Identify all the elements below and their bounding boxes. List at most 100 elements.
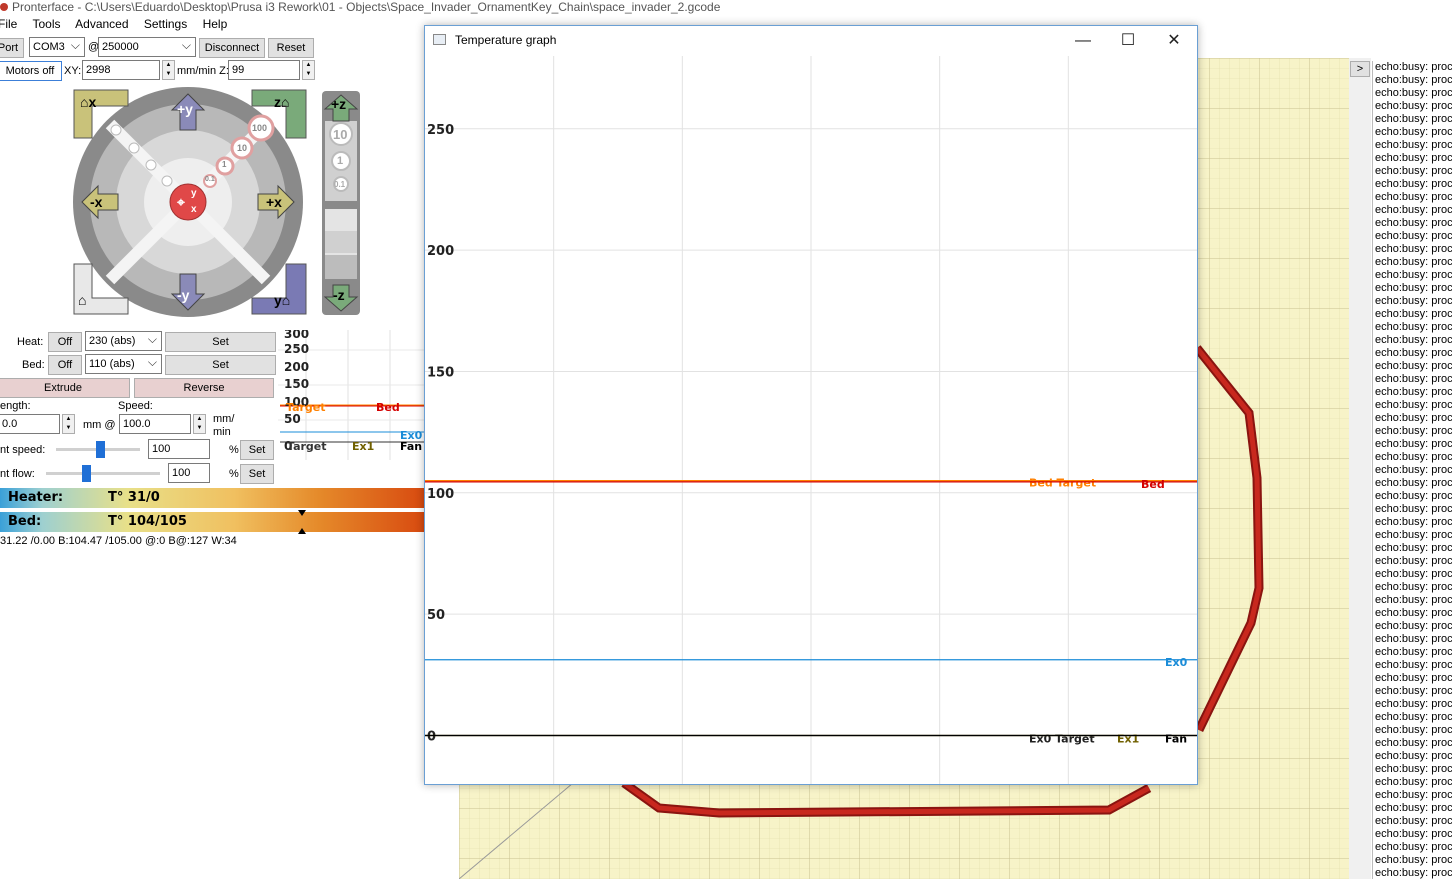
reverse-button[interactable]: Reverse xyxy=(134,378,274,398)
console-line: echo:busy: proc xyxy=(1375,776,1452,788)
bed-target-marker-bottom-icon xyxy=(297,528,306,534)
minus-z-button[interactable]: -z xyxy=(333,287,345,303)
motors-off-button[interactable]: Motors off xyxy=(0,61,62,81)
z-step-01-label[interactable]: 0.1 xyxy=(334,180,345,189)
z-step-1-label[interactable]: 1 xyxy=(337,155,343,167)
port-label: Port xyxy=(0,42,19,54)
console-line: echo:busy: proc xyxy=(1375,386,1452,398)
mm-min-label-1: mm/ xyxy=(213,413,235,425)
console-line: echo:busy: proc xyxy=(1375,542,1452,554)
console-line: echo:busy: proc xyxy=(1375,672,1452,684)
port-button[interactable]: Port xyxy=(0,38,24,58)
console-line: echo:busy: proc xyxy=(1375,282,1452,294)
heat-temp-select[interactable]: 230 (abs) xyxy=(85,330,162,351)
print-speed-input[interactable]: 100 xyxy=(148,439,210,459)
chart-y-tick-label: 0 xyxy=(427,729,436,744)
close-button[interactable]: ✕ xyxy=(1159,30,1189,52)
menu-bar: File Tools Advanced Settings Help xyxy=(0,17,239,35)
minus-x-button[interactable]: -x xyxy=(90,194,102,210)
console-line: echo:busy: proc xyxy=(1375,269,1452,281)
console-line: echo:busy: proc xyxy=(1375,373,1452,385)
console-line: echo:busy: proc xyxy=(1375,464,1452,476)
print-speed-slider-thumb[interactable] xyxy=(95,441,105,458)
baud-value: 250000 xyxy=(102,41,139,53)
menu-file[interactable]: File xyxy=(0,17,17,31)
extrude-button[interactable]: Extrude xyxy=(0,378,130,398)
menu-settings[interactable]: Settings xyxy=(144,17,187,31)
minus-y-button[interactable]: -y xyxy=(177,287,189,303)
step-1-label[interactable]: 1 xyxy=(222,160,226,169)
speed-input[interactable]: 100.0 xyxy=(119,414,191,434)
bed-off-button[interactable]: Off xyxy=(48,355,82,375)
console-line: echo:busy: proc xyxy=(1375,308,1452,320)
series-label-ex0: Ex0 xyxy=(1165,656,1188,669)
temperature-graph-titlebar[interactable]: Temperature graph — ☐ ✕ xyxy=(425,26,1197,56)
console-line: echo:busy: proc xyxy=(1375,737,1452,749)
console-line: echo:busy: proc xyxy=(1375,100,1452,112)
port-select[interactable]: COM3 xyxy=(29,36,85,57)
console-line: echo:busy: proc xyxy=(1375,750,1452,762)
center-y-label: y xyxy=(191,188,197,199)
bed-temp-select[interactable]: 110 (abs) xyxy=(85,353,162,374)
menu-help[interactable]: Help xyxy=(203,17,228,31)
console-toggle-button[interactable]: > xyxy=(1350,61,1370,77)
home-all-button[interactable]: ⌂ xyxy=(78,292,86,308)
heat-set-button[interactable]: Set xyxy=(165,332,276,352)
disconnect-button[interactable]: Disconnect xyxy=(199,38,265,58)
plus-z-button[interactable]: +z xyxy=(331,96,346,112)
print-flow-input[interactable]: 100 xyxy=(168,463,210,483)
print-speed-set-button[interactable]: Set xyxy=(240,440,274,460)
home-x-button[interactable]: ⌂x xyxy=(80,94,96,110)
console-line: echo:busy: proc xyxy=(1375,802,1452,814)
console-line: echo:busy: proc xyxy=(1375,347,1452,359)
baud-select[interactable]: 250000 xyxy=(98,36,196,57)
z-feed-spinner[interactable]: ▲ ▼ xyxy=(302,60,315,80)
step-01-label[interactable]: 0.1 xyxy=(205,176,215,183)
home-y-label: y xyxy=(274,292,282,308)
step-10-label[interactable]: 10 xyxy=(237,143,247,153)
console-line: echo:busy: proc xyxy=(1375,724,1452,736)
center-crosshair-icon[interactable]: ⌖ xyxy=(177,194,185,211)
xy-feed-input[interactable]: 2998 xyxy=(82,60,160,80)
console-line: echo:busy: proc xyxy=(1375,633,1452,645)
console-line: echo:busy: proc xyxy=(1375,243,1452,255)
console-line: echo:busy: proc xyxy=(1375,763,1452,775)
xy-feed-spinner[interactable]: ▲ ▼ xyxy=(162,60,175,80)
temperature-graph-title: Temperature graph xyxy=(455,33,557,47)
menu-tools[interactable]: Tools xyxy=(32,17,60,31)
length-spinner[interactable]: ▲ ▼ xyxy=(62,414,75,434)
print-flow-set-button[interactable]: Set xyxy=(240,464,274,484)
print-flow-slider[interactable] xyxy=(46,465,160,482)
length-input[interactable]: 0.0 xyxy=(0,414,60,434)
print-speed-slider[interactable] xyxy=(56,441,140,458)
print-flow-slider-thumb[interactable] xyxy=(81,465,91,482)
mm-min-z-label: mm/min Z: xyxy=(177,65,229,77)
console-log[interactable]: echo:busy: proc echo:busy: proc echo:busy… xyxy=(1372,61,1452,879)
home-y-button[interactable]: y⌂ xyxy=(274,292,290,308)
series-label-ex0-target: Ex0 Target xyxy=(1029,732,1095,745)
app-title-bar: Pronterface - C:\Users\Eduardo\Desktop\P… xyxy=(0,0,1452,14)
step-100-label[interactable]: 100 xyxy=(252,123,267,133)
speed-spinner[interactable]: ▲ ▼ xyxy=(193,414,206,434)
heat-off-button[interactable]: Off xyxy=(48,332,82,352)
menu-advanced[interactable]: Advanced xyxy=(75,17,128,31)
home-z-button[interactable]: z⌂ xyxy=(274,94,289,110)
console-line: echo:busy: proc xyxy=(1375,646,1452,658)
speed-label: Speed: xyxy=(118,400,153,412)
print-flow-label: nt flow: xyxy=(0,468,35,480)
bed-target-marker-icon xyxy=(297,510,306,516)
console-line: echo:busy: proc xyxy=(1375,451,1452,463)
plus-x-button[interactable]: +x xyxy=(266,194,282,210)
reset-button[interactable]: Reset xyxy=(268,38,314,58)
console-line: echo:busy: proc xyxy=(1375,126,1452,138)
chart-y-tick-label: 100 xyxy=(427,487,454,502)
z-feed-input[interactable]: 99 xyxy=(228,60,300,80)
z-step-10-label[interactable]: 10 xyxy=(333,127,347,142)
console-line: echo:busy: proc xyxy=(1375,61,1452,73)
maximize-button[interactable]: ☐ xyxy=(1113,30,1143,52)
z-jog-control[interactable] xyxy=(322,91,360,315)
minimize-button[interactable]: — xyxy=(1068,30,1098,52)
bed-set-button[interactable]: Set xyxy=(165,355,276,375)
console-line: echo:busy: proc xyxy=(1375,828,1452,840)
plus-y-button[interactable]: +y xyxy=(177,101,193,117)
